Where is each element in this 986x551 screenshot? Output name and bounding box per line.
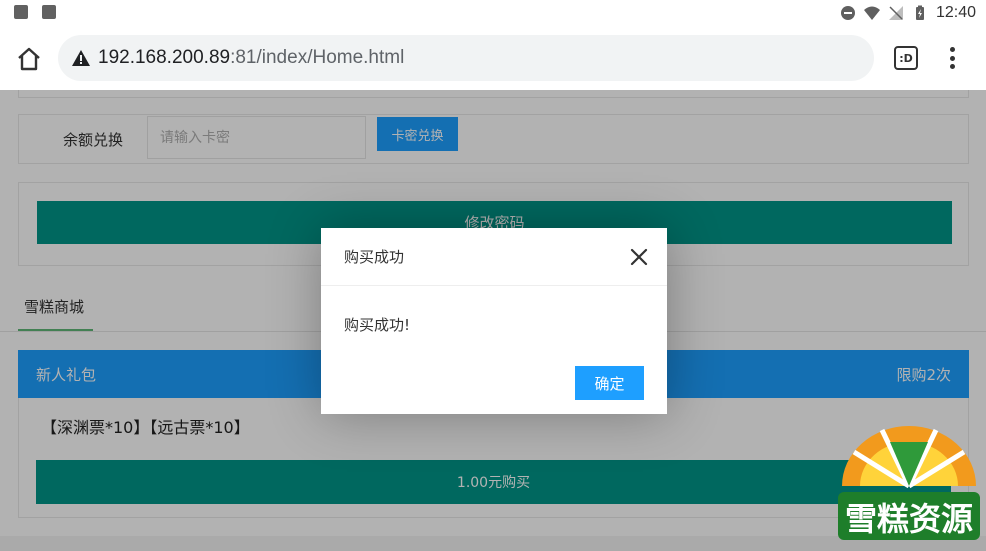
battery-charging-icon <box>915 5 924 20</box>
address-bar[interactable]: 192.168.200.89:81/index/Home.html <box>58 35 874 81</box>
overflow-menu-icon[interactable] <box>944 45 960 71</box>
dialog-title: 购买成功 <box>344 248 405 266</box>
app-notification-icon <box>42 5 56 19</box>
dialog-header: 购买成功 <box>321 228 667 286</box>
home-icon[interactable] <box>14 44 44 74</box>
image-icon <box>14 5 28 19</box>
wifi-icon <box>863 6 880 20</box>
browser-toolbar: 192.168.200.89:81/index/Home.html :D <box>0 26 986 90</box>
clock: 12:40 <box>935 4 976 21</box>
purchase-success-dialog: 购买成功 购买成功! 确定 <box>321 228 667 414</box>
not-secure-warning-icon[interactable] <box>72 50 90 66</box>
close-icon[interactable] <box>629 247 649 267</box>
url-text[interactable]: 192.168.200.89:81/index/Home.html <box>98 47 404 69</box>
confirm-button[interactable]: 确定 <box>575 366 644 400</box>
url-path: :81/index/Home.html <box>230 47 405 68</box>
url-host: 192.168.200.89 <box>98 47 231 68</box>
status-icons: 12:40 <box>840 3 976 23</box>
watermark-text: 雪糕资源 <box>845 500 973 538</box>
status-bar: 12:40 <box>0 0 986 26</box>
no-signal-icon <box>888 6 903 20</box>
tab-switcher-icon[interactable]: :D <box>894 46 918 70</box>
watermark-logo: 雪糕资源 <box>838 426 980 540</box>
dialog-message: 购买成功! <box>344 316 411 334</box>
do-not-disturb-icon <box>840 6 855 20</box>
